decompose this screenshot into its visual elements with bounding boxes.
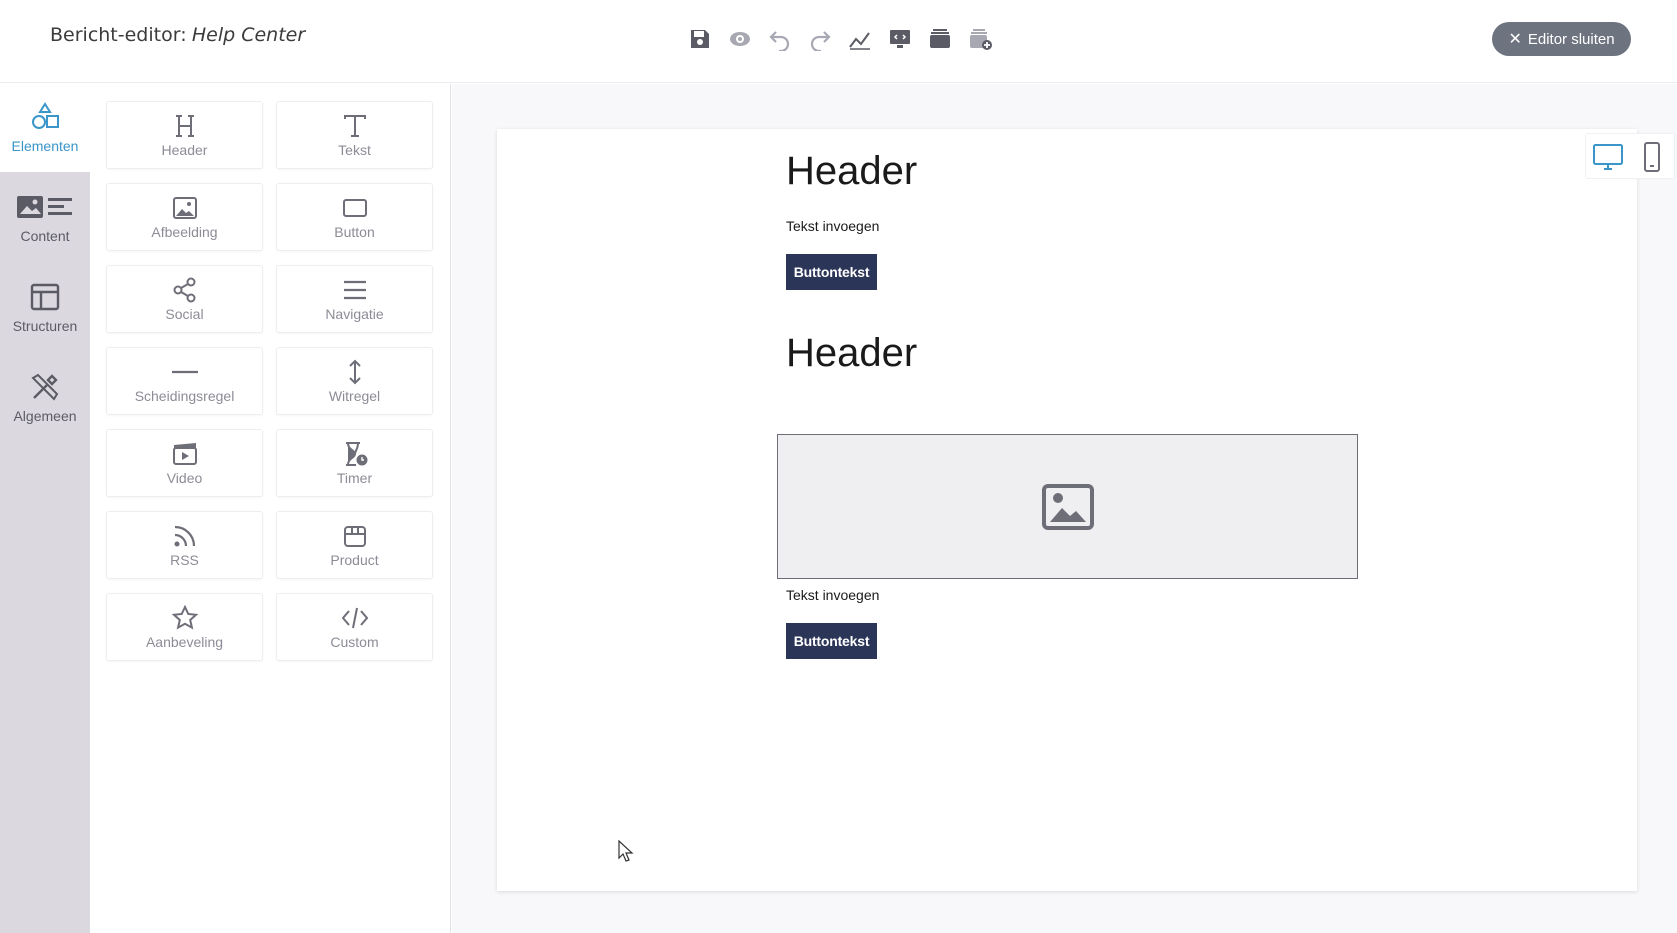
sidebar-item-algemeen[interactable]: Algemeen <box>0 354 90 442</box>
page-title: Bericht-editor: Help Center <box>50 24 305 47</box>
sidebar-item-elementen[interactable]: Elementen <box>0 84 90 172</box>
code-icon <box>341 607 368 628</box>
email-button-2[interactable]: Buttontekst <box>786 623 877 659</box>
element-tile-social[interactable]: Social <box>106 265 263 333</box>
sidebar-item-content[interactable]: Content <box>0 174 90 262</box>
close-icon: ✕ <box>1508 31 1522 48</box>
element-tile-label: Button <box>334 223 375 240</box>
analytics-icon[interactable] <box>844 22 876 56</box>
element-tile-label: RSS <box>170 551 199 568</box>
mobile-icon <box>1644 142 1660 172</box>
redo-icon[interactable] <box>804 22 836 56</box>
element-tile-label: Custom <box>330 633 379 650</box>
element-tile-label: Product <box>330 551 379 568</box>
title-message-name: Help Center <box>191 24 306 46</box>
desktop-icon <box>1593 144 1623 170</box>
sidebar-rail: Elementen Content Structuren Algemeen <box>0 84 90 933</box>
element-tile-label: Aanbeveling <box>145 633 224 650</box>
email-image-placeholder[interactable] <box>777 434 1358 579</box>
element-tile-label: Social <box>165 305 204 322</box>
layout-icon <box>30 283 60 311</box>
element-tile-timer[interactable]: Timer <box>276 429 433 497</box>
element-tile-afbeelding[interactable]: Afbeelding <box>106 183 263 251</box>
sidebar-item-label: Content <box>20 228 70 244</box>
button-icon <box>342 198 367 217</box>
email-header-1[interactable]: Header <box>786 149 917 194</box>
element-tile-label: Navigatie <box>325 305 384 322</box>
email-header-2[interactable]: Header <box>786 331 917 376</box>
element-tile-rss[interactable]: RSS <box>106 511 263 579</box>
element-tile-label: Timer <box>336 469 373 486</box>
element-tile-label: Header <box>161 141 208 158</box>
element-tile-label: Afbeelding <box>151 223 218 240</box>
element-tile-video[interactable]: Video <box>106 429 263 497</box>
element-tile-tekst[interactable]: Tekst <box>276 101 433 169</box>
sidebar-item-structuren[interactable]: Structuren <box>0 264 90 352</box>
element-tile-label: Video <box>166 469 203 486</box>
tools-icon <box>31 373 59 401</box>
element-tile-aanbeveling[interactable]: Aanbeveling <box>106 593 263 661</box>
element-tile-product[interactable]: Product <box>276 511 433 579</box>
email-text-2[interactable]: Tekst invoegen <box>786 587 879 603</box>
elements-panel: Header Tekst Afbeelding Button Social Na… <box>90 84 451 933</box>
close-editor-button[interactable]: ✕ Editor sluiten <box>1492 22 1631 56</box>
top-bar: Bericht-editor: Help Center ✕ Editor slu… <box>0 0 1677 83</box>
header-icon <box>175 114 194 137</box>
element-tile-scheidingsregel[interactable]: Scheidingsregel <box>106 347 263 415</box>
element-tile-label: Scheidingsregel <box>134 387 235 404</box>
undo-icon[interactable] <box>764 22 796 56</box>
content-icon <box>17 196 72 218</box>
mobile-view-button[interactable] <box>1630 134 1674 180</box>
rss-icon <box>174 525 195 546</box>
title-prefix: Bericht-editor: <box>50 24 187 46</box>
mouse-cursor-icon <box>618 840 634 862</box>
shapes-icon <box>32 102 59 129</box>
element-tile-button[interactable]: Button <box>276 183 433 251</box>
product-icon <box>343 525 366 547</box>
share-icon <box>173 277 195 302</box>
editor-toolbar <box>684 22 996 56</box>
image-placeholder-icon <box>1041 483 1094 530</box>
preview-icon[interactable] <box>724 22 756 56</box>
email-button-1[interactable]: Buttontekst <box>786 254 877 290</box>
menu-icon <box>343 280 366 299</box>
image-icon <box>172 196 197 219</box>
save-icon[interactable] <box>684 22 716 56</box>
text-icon <box>343 114 366 137</box>
desktop-view-button[interactable] <box>1586 134 1630 180</box>
star-icon <box>171 604 198 630</box>
element-tile-label: Tekst <box>338 141 371 158</box>
spacer-icon <box>348 359 361 384</box>
email-text-1[interactable]: Tekst invoegen <box>786 218 879 234</box>
device-toggle <box>1585 133 1675 179</box>
element-tile-custom[interactable]: Custom <box>276 593 433 661</box>
sidebar-item-label: Structuren <box>12 318 78 334</box>
sidebar-item-label: Elementen <box>11 138 79 154</box>
divider-icon <box>171 370 198 373</box>
layers-icon[interactable] <box>924 22 956 56</box>
element-tile-navigatie[interactable]: Navigatie <box>276 265 433 333</box>
canvas-area: Header Tekst invoegen Buttontekst Header… <box>452 84 1677 933</box>
sidebar-item-label: Algemeen <box>13 408 77 424</box>
timer-icon <box>345 441 367 466</box>
element-tile-header[interactable]: Header <box>106 101 263 169</box>
close-editor-label: Editor sluiten <box>1527 30 1615 48</box>
add-layer-icon[interactable] <box>964 22 996 56</box>
element-tile-witregel[interactable]: Witregel <box>276 347 433 415</box>
element-tile-label: Witregel <box>328 387 381 404</box>
screen-preview-icon[interactable] <box>884 22 916 56</box>
video-icon <box>172 442 197 465</box>
email-canvas[interactable]: Header Tekst invoegen Buttontekst Header… <box>497 129 1675 891</box>
